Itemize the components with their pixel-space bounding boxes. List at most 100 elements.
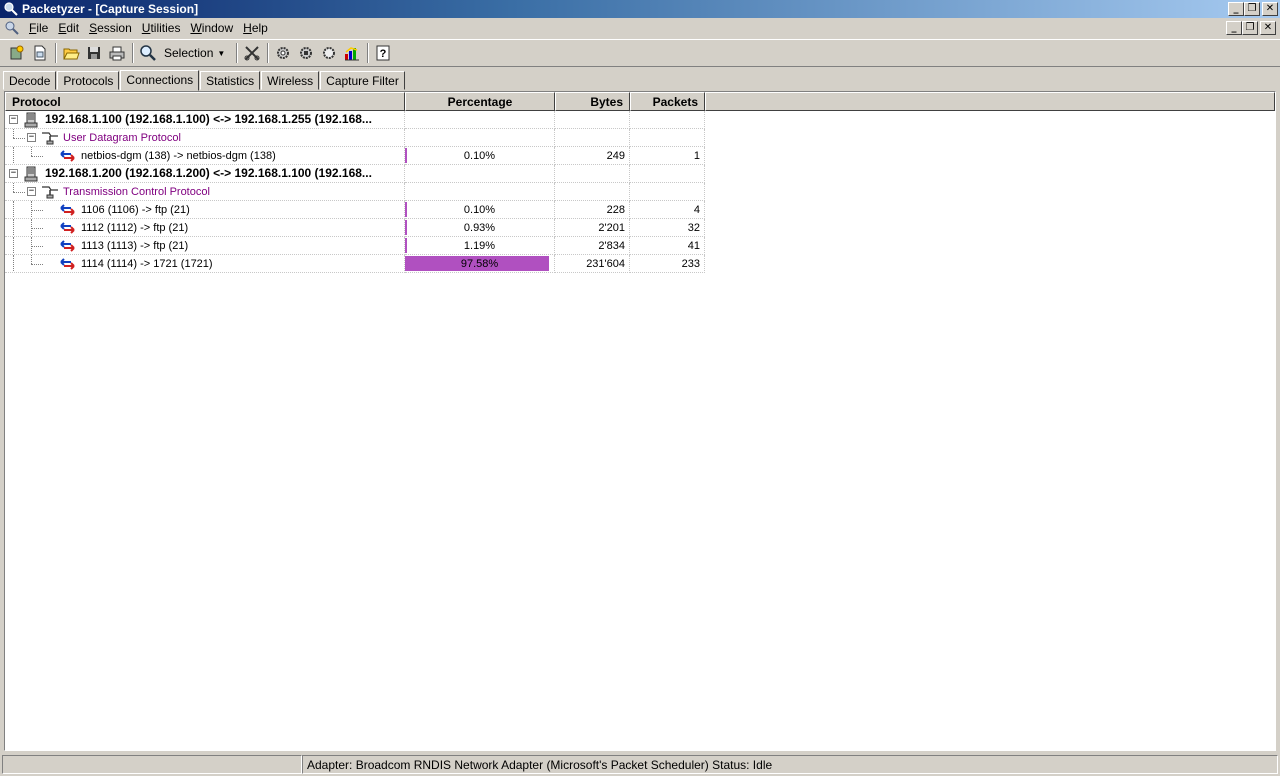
connections-panel: Protocol Percentage Bytes Packets −192.1… (4, 91, 1276, 751)
column-header-protocol[interactable]: Protocol (5, 92, 405, 111)
bytes-cell: 249 (555, 147, 630, 165)
title-bar: Packetyzer - [Capture Session] _ ❐ ✕ (0, 0, 1280, 18)
packets-cell (630, 183, 705, 201)
menu-window[interactable]: Window (185, 21, 238, 35)
toolbar-separator (132, 43, 134, 63)
percentage-cell (405, 111, 555, 129)
print-button[interactable] (106, 42, 128, 64)
doc-minimize-button[interactable]: _ (1226, 21, 1242, 35)
status-panel-adapter: Adapter: Broadcom RNDIS Network Adapter … (302, 755, 1278, 774)
percentage-cell: 97.58% (405, 255, 555, 273)
percentage-value: 0.10% (463, 149, 496, 162)
packets-cell (630, 129, 705, 147)
tab-decode[interactable]: Decode (3, 71, 57, 90)
packets-cell: 4 (630, 201, 705, 219)
doc-close-button[interactable]: ✕ (1260, 21, 1276, 35)
tools-button[interactable] (241, 42, 263, 64)
percentage-bar (405, 148, 407, 163)
menu-bar: File Edit Session Utilities Window Help … (0, 18, 1280, 38)
percentage-bar (405, 238, 407, 253)
close-button[interactable]: ✕ (1262, 2, 1278, 16)
protocol-cell: − User Datagram Protocol (5, 129, 405, 147)
protocol-cell: − 192.168.1.200 (192.168.1.200) <-> 192.1… (5, 165, 405, 183)
collapse-toggle-icon[interactable]: − (27, 187, 36, 196)
bidirectional-arrow-icon (59, 238, 75, 254)
chart-icon (345, 47, 360, 61)
collapse-toggle-icon[interactable]: − (9, 169, 18, 178)
packets-cell: 1 (630, 147, 705, 165)
tree-line (13, 255, 14, 272)
protocol-cell: netbios-dgm (138) -> netbios-dgm (138) (5, 147, 405, 165)
new-capture-button[interactable] (6, 42, 28, 64)
statistics-button[interactable] (341, 42, 363, 64)
tree-row-connection[interactable]: 1113 (1113) -> ftp (21) 1.19% 2'834 41 (5, 237, 705, 255)
chevron-down-icon[interactable]: ▼ (217, 49, 225, 58)
collapse-toggle-icon[interactable]: − (9, 115, 18, 124)
tree-item-label: 1113 (1113) -> ftp (21) (81, 240, 189, 252)
open-folder-icon (63, 48, 80, 60)
gear-icon (277, 47, 290, 59)
open-button[interactable] (60, 42, 82, 64)
network-protocol-icon (41, 184, 58, 200)
svg-text:?: ? (380, 48, 387, 60)
tree-line (31, 264, 43, 265)
bytes-cell (555, 111, 630, 129)
minimize-button[interactable]: _ (1228, 2, 1244, 16)
menu-utilities[interactable]: Utilities (137, 21, 186, 35)
toolbar: Selection ▼ ? (0, 39, 1280, 67)
help-button[interactable]: ? (372, 42, 394, 64)
packets-cell: 32 (630, 219, 705, 237)
capture-options-button[interactable] (318, 42, 340, 64)
tree-row-connection[interactable]: 1114 (1114) -> 1721 (1721) 97.58% 231'604 2… (5, 255, 705, 273)
percentage-cell (405, 165, 555, 183)
tree-item-label: 1106 (1106) -> ftp (21) (81, 204, 190, 216)
tab-protocols[interactable]: Protocols (57, 71, 120, 90)
tab-capture-filter[interactable]: Capture Filter (320, 71, 405, 90)
magnifier-icon (140, 45, 156, 61)
packetyzer-app-icon (3, 1, 19, 17)
collapse-toggle-icon[interactable]: − (27, 133, 36, 142)
column-header-packets[interactable]: Packets (630, 92, 705, 111)
bidirectional-arrow-icon (59, 256, 75, 272)
menu-file[interactable]: File (24, 21, 53, 35)
save-button[interactable] (83, 42, 105, 64)
save-icon (88, 47, 100, 59)
percentage-value: 0.93% (463, 221, 496, 234)
tree-line (13, 192, 25, 193)
menu-session[interactable]: Session (84, 21, 137, 35)
restore-button[interactable]: ❐ (1244, 2, 1260, 16)
selection-dropdown[interactable]: Selection (164, 46, 213, 60)
percentage-cell: 0.93% (405, 219, 555, 237)
menu-help[interactable]: Help (238, 21, 273, 35)
tree-row-connection[interactable]: 1106 (1106) -> ftp (21) 0.10% 228 4 (5, 201, 705, 219)
menu-edit[interactable]: Edit (53, 21, 84, 35)
new-capture-icon (10, 45, 24, 60)
tree-row-host[interactable]: − 192.168.1.100 (192.168.1.100) <-> 192.1… (5, 111, 705, 129)
column-header-percentage[interactable]: Percentage (405, 92, 555, 111)
document-icon[interactable] (4, 20, 20, 36)
find-button[interactable] (137, 42, 159, 64)
tab-connections[interactable]: Connections (120, 70, 200, 91)
doc-restore-button[interactable]: ❐ (1242, 21, 1258, 35)
protocol-cell: 1114 (1114) -> 1721 (1721) (5, 255, 405, 273)
new-document-button[interactable] (29, 42, 51, 64)
bytes-cell (555, 165, 630, 183)
percentage-value: 0.10% (463, 203, 496, 216)
toolbar-separator (267, 43, 270, 63)
tree-row-connection[interactable]: 1112 (1112) -> ftp (21) 0.93% 2'201 32 (5, 219, 705, 237)
bytes-cell: 2'834 (555, 237, 630, 255)
tree-row-host[interactable]: − 192.168.1.200 (192.168.1.200) <-> 192.1… (5, 165, 705, 183)
printer-icon (109, 46, 125, 61)
column-header-bytes[interactable]: Bytes (555, 92, 630, 111)
tree-item-label: 192.168.1.200 (192.168.1.200) <-> 192.16… (45, 166, 372, 180)
tree-row-connection[interactable]: netbios-dgm (138) -> netbios-dgm (138) 0.… (5, 147, 705, 165)
tab-statistics[interactable]: Statistics (200, 71, 261, 90)
tree-row-protocol[interactable]: − User Datagram Protocol (5, 129, 705, 147)
toolbar-separator (367, 43, 370, 63)
tree-row-protocol[interactable]: − Transmission Control Protocol (5, 183, 705, 201)
tree-line (31, 255, 32, 264)
start-capture-button[interactable] (272, 42, 294, 64)
tree-line (13, 219, 14, 236)
tab-wireless[interactable]: Wireless (261, 71, 320, 90)
stop-capture-button[interactable] (295, 42, 317, 64)
